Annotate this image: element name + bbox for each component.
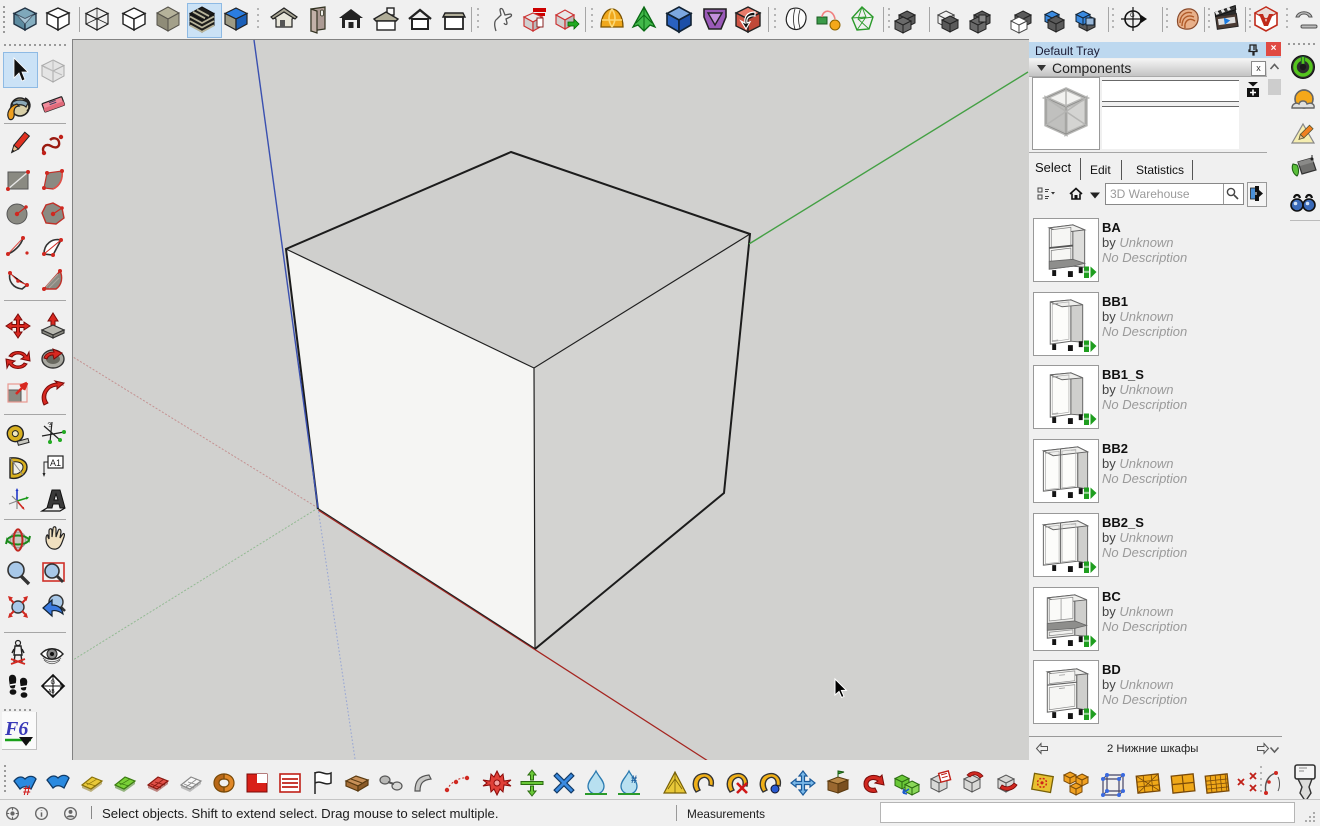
svg-text:G: G — [1130, 13, 1135, 19]
svg-text:AB: AB — [48, 689, 55, 695]
svg-text:#: # — [23, 782, 31, 798]
svg-text:#: # — [631, 774, 637, 786]
svg-text:A1: A1 — [50, 458, 61, 468]
svg-text:F6: F6 — [4, 718, 28, 740]
svg-text:G: G — [51, 680, 56, 686]
